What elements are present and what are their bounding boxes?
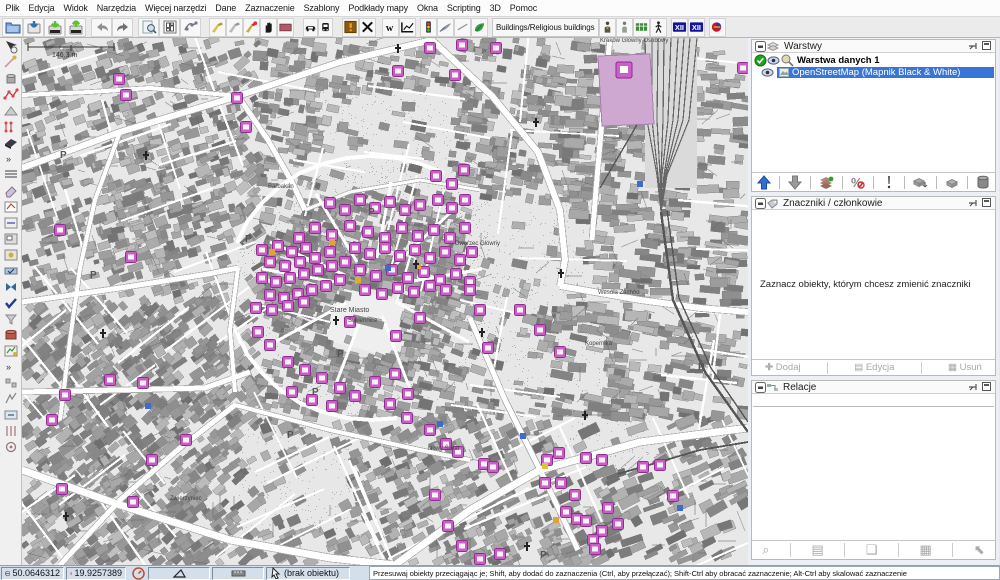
svg-text:P: P	[60, 150, 67, 161]
svg-text:P: P	[287, 430, 294, 441]
svg-text:Wesoła Zachód: Wesoła Zachód	[598, 290, 640, 296]
svg-text:»: »	[6, 154, 11, 164]
svg-text:»: »	[6, 362, 11, 372]
svg-text:Nowy Świat: Nowy Świat	[428, 444, 460, 452]
svg-text:Kraków Główny Osobowy: Kraków Główny Osobowy	[600, 38, 668, 44]
svg-text:P: P	[245, 234, 252, 245]
svg-text:P: P	[90, 270, 97, 281]
svg-text:Stare Miasto: Stare Miasto	[330, 307, 369, 314]
svg-text:Sukiennice: Sukiennice	[348, 318, 378, 324]
svg-text:P: P	[368, 207, 375, 218]
svg-text:Dworzec Główny: Dworzec Główny	[455, 241, 500, 247]
svg-text:Kopernika: Kopernika	[585, 341, 613, 347]
svg-text:w: w	[386, 23, 394, 34]
svg-text:P: P	[540, 550, 547, 561]
svg-text:XII: XII	[674, 23, 683, 32]
svg-text:Zwierzyniec: Zwierzyniec	[170, 496, 202, 502]
svg-text:P: P	[698, 362, 705, 373]
svg-text:146.3 m: 146.3 m	[52, 52, 77, 59]
svg-text:Barbakan: Barbakan	[268, 184, 294, 190]
svg-text:P: P	[337, 349, 344, 360]
svg-text:XII: XII	[691, 23, 700, 32]
svg-text:P: P	[312, 387, 319, 398]
